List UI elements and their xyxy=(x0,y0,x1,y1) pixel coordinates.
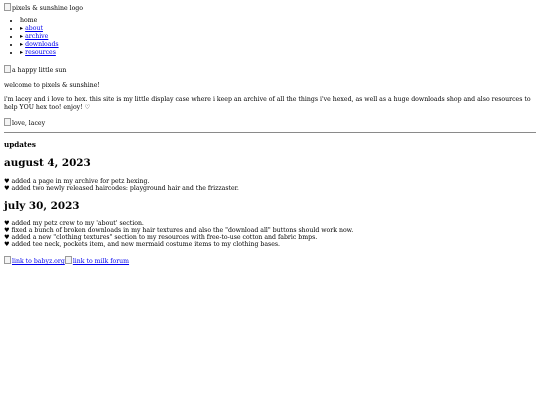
post-date: august 4, 2023 xyxy=(4,157,91,170)
intro-text: i'm lacey and i love to hex. this site i… xyxy=(4,96,531,111)
arrow-icon: ▸ xyxy=(20,41,24,49)
nav-home-label: home xyxy=(20,17,38,25)
nav-item-home: home xyxy=(20,17,536,25)
broken-image-icon xyxy=(4,3,11,11)
milk-alt-text: link to milk forum xyxy=(72,258,130,266)
babyz-button[interactable]: link to babyz.org xyxy=(4,256,65,265)
nav-link-archive[interactable]: archive xyxy=(25,33,48,40)
post-entries: ♥ added my petz crew to my 'about' secti… xyxy=(4,220,536,248)
broken-image-icon xyxy=(4,256,11,265)
update-entry: ♥ added two newly released haircodes: pl… xyxy=(4,184,239,192)
broken-image-icon xyxy=(4,118,11,127)
update-entry: ♥ fixed a bunch of broken downloads in m… xyxy=(4,227,354,235)
arrow-icon: ▸ xyxy=(20,33,24,41)
welcome-text: welcome to pixels & sunshine! xyxy=(4,81,100,89)
broken-image-icon xyxy=(4,65,11,74)
nav-link-downloads[interactable]: downloads xyxy=(25,41,59,48)
arrow-icon: ▸ xyxy=(20,49,24,57)
nav-item-archive[interactable]: ▸archive xyxy=(20,33,536,41)
update-entry: ♥ added my petz crew to my 'about' secti… xyxy=(4,220,144,228)
babyz-alt-text: link to babyz.org xyxy=(12,258,65,266)
sun-alt-text: a happy little sun xyxy=(12,67,67,75)
signoff-image: love, lacey xyxy=(4,118,45,127)
nav-link-resources[interactable]: resources xyxy=(25,49,56,56)
post-entries: ♥ added a page in my archive for petz he… xyxy=(4,178,536,192)
main-nav: home ▸about ▸archive ▸downloads ▸resourc… xyxy=(4,17,536,57)
nav-item-about[interactable]: ▸about xyxy=(20,25,536,33)
update-entry: ♥ added a new "clothing textures" sectio… xyxy=(4,234,318,242)
logo-alt-text: pixels & sunshine logo xyxy=(12,5,83,12)
nav-item-resources[interactable]: ▸resources xyxy=(20,49,536,57)
update-entry: ♥ added tee neck, pockets item, and new … xyxy=(4,241,281,249)
arrow-icon: ▸ xyxy=(20,25,24,33)
nav-link-about[interactable]: about xyxy=(25,25,43,32)
site-logo: pixels & sunshine logo xyxy=(4,3,83,12)
page: pixels & sunshine logo home ▸about ▸arch… xyxy=(0,0,540,266)
post-date: july 30, 2023 xyxy=(4,199,80,212)
updates-heading: updates xyxy=(4,139,36,149)
broken-image-icon xyxy=(64,256,72,265)
milk-forum-button[interactable]: link to milk forum xyxy=(64,256,130,266)
sun-image: a happy little sun xyxy=(4,65,66,74)
signoff-alt-text: love, lacey xyxy=(12,120,46,128)
update-entry: ♥ added a page in my archive for petz he… xyxy=(4,177,150,185)
footer-buttons: link to babyz.org link to milk forum xyxy=(4,256,536,265)
nav-item-downloads[interactable]: ▸downloads xyxy=(20,41,536,49)
divider xyxy=(4,131,536,133)
